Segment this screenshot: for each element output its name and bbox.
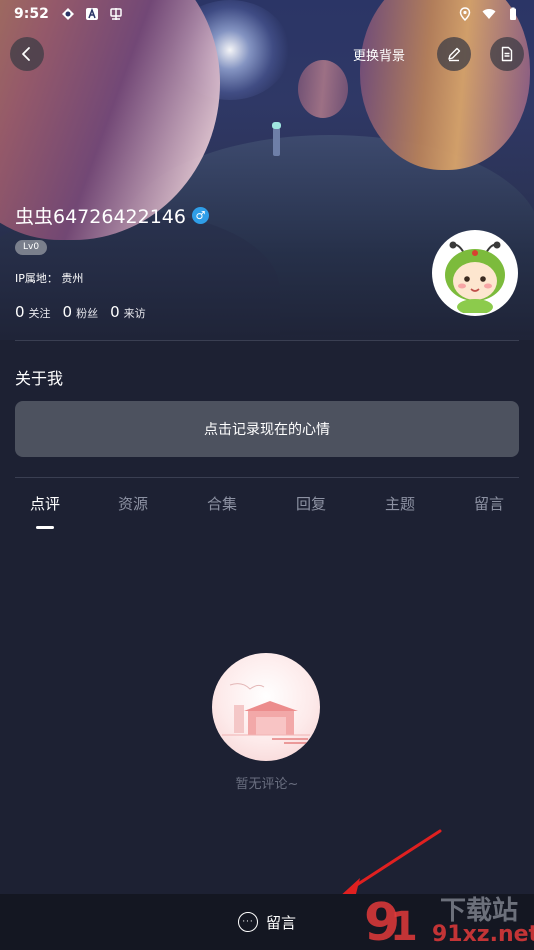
battery-icon [510, 7, 516, 20]
hot-air-balloon-small [298, 60, 348, 118]
stat-label: 粉丝 [76, 307, 99, 320]
stat-visitors[interactable]: 0 来访 [110, 302, 146, 321]
ip-label: IP属地： [15, 272, 58, 285]
ip-location: IP属地： 贵州 [15, 270, 83, 286]
about-me-title: 关于我 [15, 369, 64, 388]
empty-box-icon [222, 683, 320, 744]
lighthouse [272, 122, 281, 156]
stat-label: 关注 [28, 307, 51, 320]
stat-value: 0 [62, 303, 73, 321]
a-icon [85, 7, 98, 20]
tab-resources[interactable]: 资源 [118, 493, 148, 514]
status-time: 9:52 [14, 6, 49, 22]
tab-topics[interactable]: 主题 [385, 493, 415, 514]
profile-stats: 0 关注 0 粉丝 0 来访 [15, 302, 146, 321]
tab-collections[interactable]: 合集 [207, 493, 237, 514]
divider [15, 477, 519, 478]
change-background-button[interactable]: 更换背景 [353, 45, 405, 64]
svg-text:1: 1 [390, 904, 418, 950]
username: 虫虫64726422146 [15, 206, 186, 228]
chevron-left-icon [22, 47, 30, 61]
wifi-icon [482, 9, 496, 19]
avatar-character-icon [445, 241, 505, 313]
location-icon [459, 7, 471, 21]
record-mood-button[interactable]: 点击记录现在的心情 [15, 401, 519, 457]
watermark-logo: 9 1 下载站 91xz.net [360, 888, 534, 950]
comment-icon: ··· [237, 912, 258, 932]
document-icon [501, 46, 513, 62]
edit-profile-button[interactable] [437, 37, 471, 71]
tab-replies[interactable]: 回复 [296, 493, 326, 514]
empty-state-text: 暂无评论~ [235, 777, 299, 792]
pencil-icon [448, 47, 461, 62]
stat-label: 来访 [123, 307, 146, 320]
tab-reviews[interactable]: 点评 [30, 493, 60, 514]
stat-value: 0 [15, 303, 25, 321]
avatar[interactable] [432, 230, 518, 316]
app-icon [61, 8, 74, 20]
empty-state-illustration [212, 653, 320, 761]
tab-active-indicator [36, 526, 54, 529]
stat-following[interactable]: 0 关注 [15, 302, 51, 321]
status-bar: 9:52 [0, 0, 534, 28]
male-gender-icon: ♂ [191, 207, 209, 224]
level-badge: Lv0 [15, 240, 48, 255]
chongchong-icon [110, 8, 122, 20]
tab-bar: 点评 资源 合集 回复 主题 留言 [0, 493, 534, 533]
watermark-url: 91xz.net [432, 922, 534, 947]
leave-message-button[interactable]: 留言 [266, 912, 296, 933]
document-button[interactable] [490, 37, 524, 71]
divider [15, 340, 519, 341]
stat-followers[interactable]: 0 粉丝 [63, 302, 99, 321]
tab-messages[interactable]: 留言 [474, 493, 504, 514]
stat-value: 0 [110, 303, 120, 321]
back-button[interactable] [10, 37, 44, 71]
ip-value: 贵州 [61, 272, 84, 285]
username-row: 虫虫64726422146 ♂ [15, 202, 209, 229]
